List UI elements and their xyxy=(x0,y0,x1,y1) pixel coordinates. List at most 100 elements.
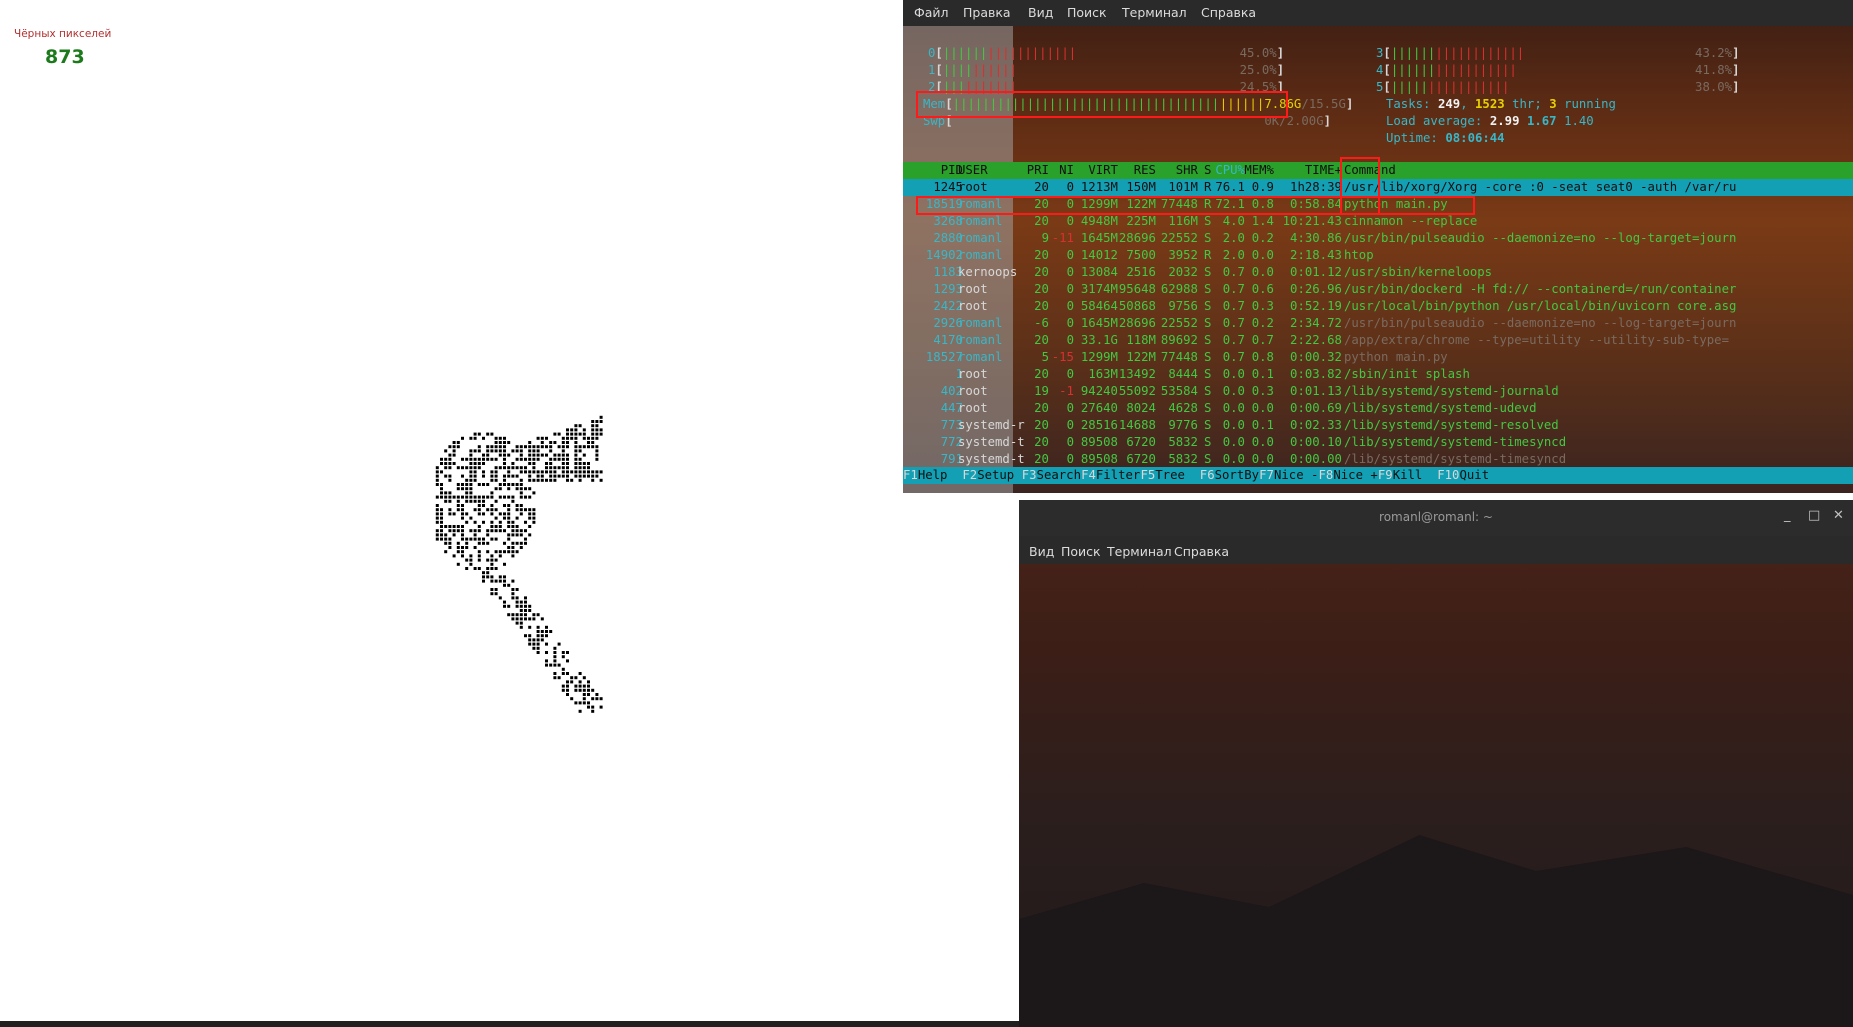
process-row[interactable]: 2926 romanl -6 0 1645M 28696 22552 S 0.7 0.2 2:34.… xyxy=(903,315,1853,332)
process-row[interactable]: 4170 romanl 20 0 33.1G 118M 89692 S 0.7 0.7 2:22.6… xyxy=(903,332,1853,349)
fkey-label-f4[interactable]: Filter xyxy=(1096,467,1140,484)
fkey-label-f7[interactable]: Nice - xyxy=(1274,467,1318,484)
black-pixel xyxy=(477,554,481,558)
black-pixel xyxy=(519,470,523,474)
fkey-label-f1[interactable]: Help xyxy=(918,467,948,484)
black-pixel xyxy=(578,445,582,449)
black-pixel xyxy=(570,470,574,474)
cell-shr: 2032 xyxy=(1168,265,1198,279)
black-pixel xyxy=(515,600,519,604)
black-pixel xyxy=(503,579,506,583)
menu-view[interactable]: Вид xyxy=(1028,5,1053,20)
cell-cpu: 76.1 xyxy=(1215,180,1245,194)
process-row[interactable]: 18527 romanl 5 -15 1299M 122M 77448 S 0.7 0.8 0:00… xyxy=(903,349,1853,366)
black-pixel xyxy=(469,453,473,457)
black-pixel xyxy=(528,525,532,528)
process-row[interactable]: 1183 kernoops 20 0 13084 2516 2032 S 0.7 0.0 0:01.… xyxy=(903,264,1853,281)
black-pixel xyxy=(553,432,557,436)
black-pixel xyxy=(515,604,519,608)
htop-terminal-window[interactable]: Файл Правка Вид Поиск Терминал Справка 0… xyxy=(903,0,1853,493)
black-pixel xyxy=(553,676,557,680)
black-pixel xyxy=(435,508,439,512)
black-pixel xyxy=(507,466,511,470)
black-pixel xyxy=(448,499,452,503)
process-row[interactable]: 14902 romanl 20 0 14012 7500 3952 R 2.0 0.0 2:18.4… xyxy=(903,247,1853,264)
process-row[interactable]: 791 systemd-t 20 0 89508 6720 5832 S 0.0 0.0 0:00.… xyxy=(903,451,1853,468)
cpu-bar-kernel: |||||||||||| xyxy=(987,46,1077,60)
process-row[interactable]: 2422 root 20 0 58464 50868 9756 S 0.7 0.3 0:52.19/… xyxy=(903,298,1853,315)
process-row[interactable]: 447 root 20 0 27640 8024 4628 S 0.0 0.0 0:00.69/li… xyxy=(903,400,1853,417)
fkey-label-f9[interactable]: Kill xyxy=(1393,467,1423,484)
black-pixel xyxy=(536,613,540,617)
black-pixel xyxy=(507,474,511,478)
menu-edit[interactable]: Правка xyxy=(963,5,1011,20)
black-pixel xyxy=(490,537,494,541)
black-pixel xyxy=(519,445,523,449)
cell-user: romanl xyxy=(958,248,1003,262)
title-bar[interactable]: romanl@romanl: ~ _ □ ✕ xyxy=(1019,500,1853,536)
process-row[interactable]: 1293 root 20 0 3174M 95648 62988 S 0.7 0.6 0:26.96… xyxy=(903,281,1853,298)
black-pixel xyxy=(452,525,456,528)
black-pixel xyxy=(570,428,574,432)
black-pixel xyxy=(452,512,456,516)
process-row[interactable]: 773 systemd-r 20 0 28516 14688 9776 S 0.0 0.1 0:02… xyxy=(903,417,1853,434)
fkey-label-f2[interactable]: Setup xyxy=(977,467,1014,484)
close-button[interactable]: ✕ xyxy=(1833,508,1844,523)
cell-ni: 0 xyxy=(1066,435,1074,449)
black-pixel xyxy=(507,613,511,617)
black-pixel xyxy=(490,457,494,461)
black-pixel xyxy=(561,474,565,478)
fkey-label-f3[interactable]: Search xyxy=(1037,467,1081,484)
black-pixel xyxy=(440,508,443,512)
menu-help[interactable]: Справка xyxy=(1201,5,1256,20)
black-pixel xyxy=(507,512,511,516)
cell-shr: 53584 xyxy=(1160,384,1198,398)
maximize-button[interactable]: □ xyxy=(1808,508,1820,523)
black-pixel xyxy=(444,474,448,478)
black-pixel xyxy=(587,701,590,705)
process-row[interactable]: 3268 romanl 20 0 4948M 225M 116M S 4.0 1.4 10:21.4… xyxy=(903,213,1853,230)
menu-search[interactable]: Поиск xyxy=(1061,544,1101,559)
cell-ni: 0 xyxy=(1066,367,1074,381)
black-pixel xyxy=(540,630,544,633)
black-pixel xyxy=(519,487,523,491)
window-title: romanl@romanl: ~ xyxy=(1379,510,1493,524)
black-pixel xyxy=(553,646,557,650)
black-pixel xyxy=(553,474,557,478)
black-pixel xyxy=(515,613,519,617)
black-pixel xyxy=(490,575,494,579)
minimize-button[interactable]: _ xyxy=(1784,508,1791,523)
menu-help[interactable]: Справка xyxy=(1174,544,1229,559)
black-pixel xyxy=(440,487,443,491)
process-row[interactable]: 1 root 20 0 163M 13492 8444 S 0.0 0.1 0:03.82/sbin… xyxy=(903,366,1853,383)
fkey-label-f5[interactable]: Tree xyxy=(1155,467,1185,484)
black-pixel xyxy=(582,428,586,432)
black-pixel xyxy=(570,697,574,701)
process-row[interactable]: 2880 romanl 9 -11 1645M 28696 22552 S 2.0 0.2 4:30… xyxy=(903,230,1853,247)
black-pixel xyxy=(490,445,494,449)
black-pixel xyxy=(545,466,548,470)
cell-res: 95648 xyxy=(1118,282,1156,296)
black-pixel xyxy=(469,478,473,482)
black-pixel xyxy=(561,453,565,457)
menu-terminal[interactable]: Терминал xyxy=(1122,5,1187,20)
fkey-label-f8[interactable]: Nice + xyxy=(1333,467,1377,484)
menu-terminal[interactable]: Терминал xyxy=(1107,544,1172,559)
process-row[interactable]: 402 root 19 -1 94240 55092 53584 S 0.0 0.3 0:01.13… xyxy=(903,383,1853,400)
black-pixel xyxy=(582,684,586,688)
black-pixel xyxy=(536,638,540,642)
pixel-drawing-canvas[interactable] xyxy=(400,380,640,720)
terminal-window-background[interactable]: romanl@romanl: ~ _ □ ✕ Вид Поиск Термина… xyxy=(1019,500,1853,1027)
menu-file[interactable]: Файл xyxy=(914,5,949,20)
black-pixel xyxy=(595,470,599,474)
process-row[interactable]: 772 systemd-t 20 0 89508 6720 5832 S 0.0 0.0 0:00.… xyxy=(903,434,1853,451)
menu-search[interactable]: Поиск xyxy=(1067,5,1107,20)
black-pixel xyxy=(469,558,473,562)
menu-view[interactable]: Вид xyxy=(1029,544,1054,559)
black-pixel xyxy=(524,466,527,470)
black-pixel xyxy=(503,453,506,457)
black-pixel xyxy=(477,529,481,533)
fkey-label-f10[interactable]: Quit xyxy=(1460,467,1490,484)
fkey-label-f6[interactable]: SortBy xyxy=(1215,467,1259,484)
black-pixel xyxy=(532,453,536,457)
